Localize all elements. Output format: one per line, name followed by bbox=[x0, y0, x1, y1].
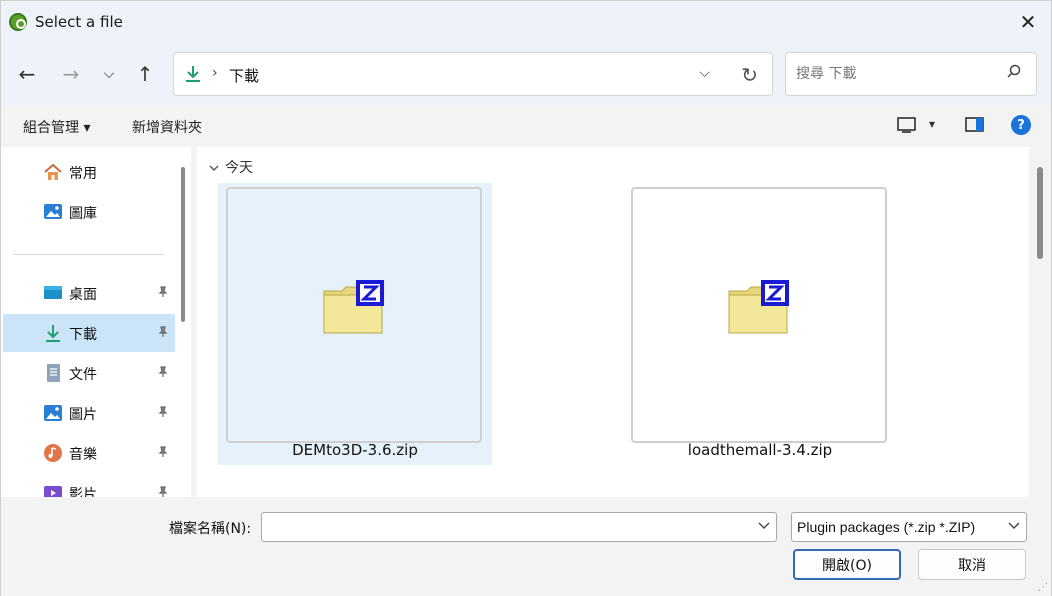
sidebar-item-label: 文件 bbox=[69, 367, 97, 383]
sidebar-item-gallery[interactable]: 圖庫 bbox=[3, 193, 175, 231]
filter-dropdown-icon[interactable] bbox=[1008, 519, 1020, 533]
address-bar[interactable]: › 下載 ⌵ ↻ bbox=[173, 52, 773, 96]
pin-icon[interactable] bbox=[157, 286, 169, 301]
sidebar-scrollbar[interactable] bbox=[181, 167, 185, 322]
close-button[interactable]: ✕ bbox=[1015, 9, 1041, 35]
sidebar-item-label: 下載 bbox=[69, 327, 97, 343]
qgis-app-icon bbox=[9, 13, 27, 31]
zip-archive-icon bbox=[727, 279, 789, 335]
organize-menu-button[interactable]: 組合管理 ▾ bbox=[23, 117, 90, 137]
preview-pane-icon[interactable] bbox=[965, 117, 985, 137]
breadcrumb-separator: › bbox=[212, 65, 218, 81]
resize-grip-icon[interactable]: ⋰ bbox=[1038, 582, 1048, 593]
group-header-label: 今天 bbox=[225, 160, 253, 176]
file-list-view: 今天 DEMto3D-3.6.zip loadthemall-3.4.zip bbox=[197, 147, 1029, 497]
pin-icon[interactable] bbox=[157, 366, 169, 381]
desktop-icon bbox=[43, 283, 63, 303]
sidebar-item-label: 音樂 bbox=[69, 447, 97, 463]
new-folder-button[interactable]: 新增資料夾 bbox=[132, 117, 202, 137]
pin-icon[interactable] bbox=[157, 406, 169, 421]
file-dialog-window: Select a file ✕ ← → ⌵ ↑ › 下載 ⌵ ↻ 組合管理 ▾ … bbox=[0, 0, 1052, 596]
sidebar-divider bbox=[13, 254, 164, 255]
sidebar-item-home[interactable]: 常用 bbox=[3, 153, 175, 191]
up-button[interactable]: ↑ bbox=[131, 61, 159, 87]
search-input[interactable] bbox=[796, 63, 996, 85]
sidebar-item-label: 圖片 bbox=[69, 407, 97, 423]
title-bar: Select a file ✕ bbox=[1, 1, 1051, 43]
pictures-icon bbox=[43, 403, 63, 423]
help-icon[interactable]: ? bbox=[1011, 115, 1031, 135]
navigation-pane: 常用 圖庫 桌面 下載 文件 圖片 音樂 影片 bbox=[1, 147, 191, 497]
download-icon bbox=[184, 64, 202, 88]
sidebar-item-label: 桌面 bbox=[69, 287, 97, 303]
pin-icon[interactable] bbox=[157, 446, 169, 461]
zip-archive-icon bbox=[322, 279, 384, 335]
collapse-chevron-icon bbox=[209, 164, 219, 175]
download-icon bbox=[43, 323, 63, 343]
file-type-filter-select[interactable]: Plugin packages (*.zip *.ZIP) bbox=[791, 512, 1027, 542]
back-button[interactable]: ← bbox=[13, 61, 41, 87]
sidebar-item-label: 圖庫 bbox=[69, 206, 97, 222]
sidebar-item-documents[interactable]: 文件 bbox=[3, 354, 175, 392]
refresh-button[interactable]: ↻ bbox=[741, 63, 758, 87]
dialog-footer: 檔案名稱(N): Plugin packages (*.zip *.ZIP) 開… bbox=[1, 497, 1051, 596]
window-title: Select a file bbox=[35, 13, 123, 31]
sidebar-item-label: 影片 bbox=[69, 487, 97, 497]
sidebar-item-videos[interactable]: 影片 bbox=[3, 474, 175, 497]
file-name: DEMto3D-3.6.zip bbox=[292, 441, 418, 459]
file-name: loadthemall-3.4.zip bbox=[687, 441, 833, 459]
filename-label: 檔案名稱(N): bbox=[169, 521, 252, 537]
sidebar-item-downloads[interactable]: 下載 bbox=[3, 314, 175, 352]
open-button[interactable]: 開啟(O) bbox=[793, 549, 901, 580]
home-icon bbox=[43, 162, 63, 182]
music-icon bbox=[43, 443, 63, 463]
sidebar-item-label: 常用 bbox=[69, 166, 97, 182]
command-toolbar: 組合管理 ▾ 新增資料夾 ▾ ? bbox=[1, 105, 1051, 147]
file-type-filter-value: Plugin packages (*.zip *.ZIP) bbox=[797, 519, 976, 535]
pin-icon[interactable] bbox=[157, 486, 169, 497]
group-header-today[interactable]: 今天 bbox=[209, 157, 253, 177]
video-icon bbox=[43, 483, 63, 497]
document-icon bbox=[43, 363, 63, 383]
search-icon[interactable] bbox=[1006, 64, 1022, 84]
recent-locations-button[interactable]: ⌵ bbox=[95, 61, 123, 87]
view-dropdown-icon[interactable]: ▾ bbox=[929, 117, 935, 131]
filename-dropdown-icon[interactable] bbox=[758, 519, 770, 533]
filename-field[interactable] bbox=[268, 517, 748, 537]
forward-button[interactable]: → bbox=[57, 61, 85, 87]
sidebar-item-music[interactable]: 音樂 bbox=[3, 434, 175, 472]
sidebar-item-desktop[interactable]: 桌面 bbox=[3, 274, 175, 312]
sidebar-item-pictures[interactable]: 圖片 bbox=[3, 394, 175, 432]
search-box[interactable] bbox=[785, 52, 1037, 96]
view-mode-icon[interactable] bbox=[897, 117, 917, 137]
breadcrumb-downloads[interactable]: 下載 bbox=[229, 65, 259, 86]
pin-icon[interactable] bbox=[157, 326, 169, 341]
filename-combobox[interactable] bbox=[261, 512, 777, 542]
file-tile[interactable]: DEMto3D-3.6.zip bbox=[218, 183, 492, 465]
gallery-icon bbox=[43, 202, 63, 222]
navigation-bar: ← → ⌵ ↑ › 下載 ⌵ ↻ bbox=[1, 43, 1051, 105]
file-tile[interactable]: loadthemall-3.4.zip bbox=[623, 183, 897, 465]
content-scrollbar-thumb[interactable] bbox=[1037, 167, 1043, 259]
address-dropdown-icon[interactable]: ⌵ bbox=[699, 65, 710, 81]
cancel-button[interactable]: 取消 bbox=[918, 549, 1026, 580]
